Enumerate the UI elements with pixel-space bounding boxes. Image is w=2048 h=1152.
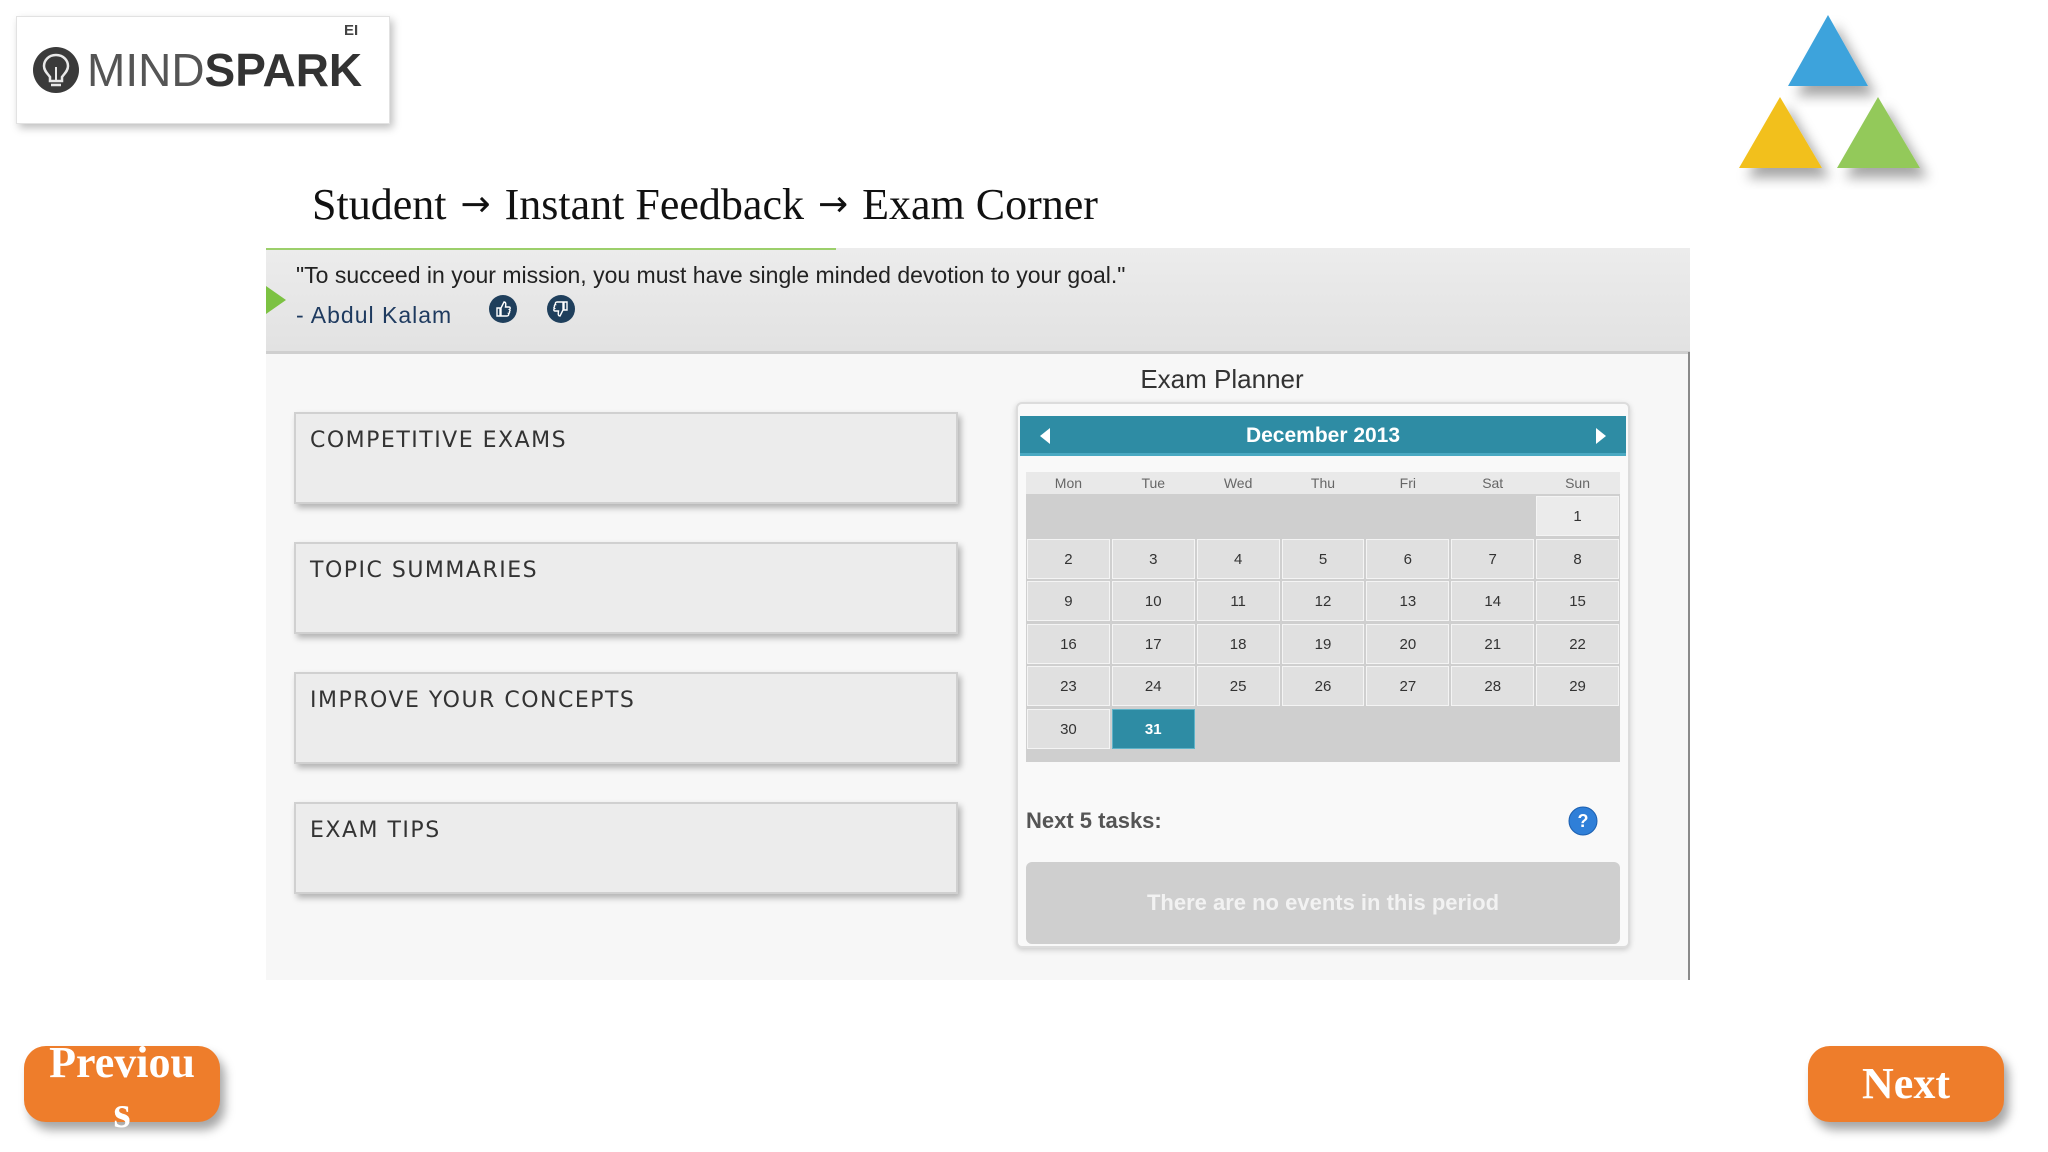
calendar-day[interactable]: 18 (1196, 623, 1280, 664)
category-competitive-exams[interactable]: COMPETITIVE EXAMS (294, 412, 958, 504)
quote-accent-line (266, 248, 836, 250)
calendar-day[interactable]: 2 (1027, 538, 1110, 579)
breadcrumb-item-student: Student (312, 179, 447, 229)
calendar-day[interactable]: 22 (1536, 623, 1619, 664)
calendar-day[interactable]: 17 (1111, 623, 1195, 664)
calendar-day[interactable]: 23 (1027, 666, 1110, 706)
svg-text:?: ? (1578, 811, 1589, 831)
calendar-day[interactable]: 3 (1111, 538, 1195, 579)
green-triangle (1837, 97, 1920, 168)
calendar-header: December 2013 (1020, 416, 1626, 456)
category-topic-summaries[interactable]: TOPIC SUMMARIES (294, 542, 958, 634)
weekday-label: Sat (1482, 475, 1504, 491)
breadcrumb-arrow-icon: → (460, 183, 491, 225)
next-tasks-label: Next 5 tasks: (1026, 808, 1162, 833)
category-label: COMPETITIVE EXAMS (310, 428, 568, 453)
breadcrumb-item-exam-corner: Exam Corner (862, 179, 1098, 229)
calendar-day[interactable]: 20 (1366, 623, 1450, 664)
calendar-day[interactable]: 30 (1027, 708, 1110, 749)
category-exam-tips[interactable]: EXAM TIPS (294, 802, 958, 894)
calendar-day[interactable]: 21 (1451, 623, 1535, 664)
calendar-day[interactable]: 26 (1281, 666, 1365, 706)
logo-superscript: EI (344, 22, 359, 39)
help-icon[interactable]: ? (1568, 806, 1598, 836)
quote-author: - Abdul Kalam (296, 302, 453, 328)
weekday-label: Thu (1310, 475, 1336, 491)
calendar-day-selected[interactable]: 31 (1111, 708, 1195, 749)
breadcrumb: Student → Instant Feedback → Exam Corner (312, 176, 1098, 232)
blue-triangle (1788, 15, 1868, 86)
weekday-label: Fri (1399, 475, 1416, 491)
logo-text-light: MIND (87, 44, 205, 96)
weekday-label: Mon (1054, 475, 1083, 491)
thumbs-down-icon[interactable] (546, 294, 576, 324)
category-improve-your-concepts[interactable]: IMPROVE YOUR CONCEPTS (294, 672, 958, 764)
calendar-day[interactable]: 11 (1196, 581, 1280, 621)
panel-divider (1688, 352, 1690, 980)
calendar-day[interactable]: 1 (1536, 496, 1619, 536)
calendar-day[interactable]: 16 (1027, 623, 1110, 664)
calendar-day[interactable]: 25 (1196, 666, 1280, 706)
mindspark-logo: MINDSPARK (16, 16, 390, 124)
calendar-day[interactable]: 10 (1111, 581, 1195, 621)
quote-bar: "To succeed in your mission, you must ha… (266, 248, 1690, 354)
calendar-day[interactable]: 7 (1451, 538, 1535, 579)
lightbulb-icon (33, 47, 79, 93)
calendar-day[interactable]: 13 (1366, 581, 1450, 621)
previous-button[interactable]: Previous (24, 1038, 220, 1137)
category-label: IMPROVE YOUR CONCEPTS (310, 688, 636, 713)
next-button[interactable]: Next (1808, 1046, 2004, 1122)
calendar-day[interactable]: 9 (1027, 581, 1110, 621)
breadcrumb-item-instant-feedback: Instant Feedback (504, 179, 804, 229)
calendar-day[interactable]: 4 (1196, 538, 1280, 579)
calendar-day[interactable]: 27 (1366, 666, 1450, 706)
weekday-label: Tue (1141, 475, 1166, 491)
calendar-day[interactable]: 12 (1281, 581, 1365, 621)
play-icon (266, 286, 286, 314)
thumbs-up-icon[interactable] (488, 294, 518, 324)
exam-planner-title: Exam Planner (1140, 364, 1304, 394)
calendar-day[interactable]: 19 (1281, 623, 1365, 664)
yellow-triangle (1739, 97, 1822, 168)
calendar-day[interactable]: 8 (1536, 538, 1619, 579)
logo-wordmark: MINDSPARK (87, 47, 362, 93)
logo-text-bold: SPARK (204, 44, 363, 96)
calendar-day[interactable]: 5 (1281, 538, 1365, 579)
weekday-label: Wed (1223, 475, 1253, 491)
next-month-arrow-icon[interactable] (1596, 428, 1606, 444)
category-label: EXAM TIPS (310, 818, 441, 843)
calendar-day[interactable]: 14 (1451, 581, 1535, 621)
category-label: TOPIC SUMMARIES (310, 558, 539, 583)
quote-text: "To succeed in your mission, you must ha… (296, 262, 1126, 288)
weekday-label: Sun (1565, 475, 1591, 491)
calendar-month-label: December 2013 (1245, 424, 1401, 447)
calendar-day[interactable]: 6 (1366, 538, 1450, 579)
exam-corner-panel: "To succeed in your mission, you must ha… (266, 248, 1690, 980)
calendar-day[interactable]: 15 (1536, 581, 1619, 621)
triangles-decoration (1739, 15, 1920, 168)
breadcrumb-arrow-icon: → (817, 183, 849, 225)
no-events-message: There are no events in this period (1026, 862, 1620, 944)
exam-planner: December 2013 Mon Tue Wed Thu Fri Sat Sun 1234… (1016, 402, 1630, 948)
calendar-grid: Mon Tue Wed Thu Fri Sat Sun 1 2 3 4 5 6 7 8 9 10 11 12 13 1… (1026, 472, 1620, 762)
calendar-day[interactable]: 28 (1451, 666, 1535, 706)
calendar-day[interactable]: 24 (1111, 666, 1195, 706)
weekday-header-row: Mon Tue Wed Thu Fri Sat Sun (1026, 472, 1620, 494)
calendar-day[interactable]: 29 (1536, 666, 1619, 706)
previous-button-label: Previous (49, 1038, 195, 1137)
